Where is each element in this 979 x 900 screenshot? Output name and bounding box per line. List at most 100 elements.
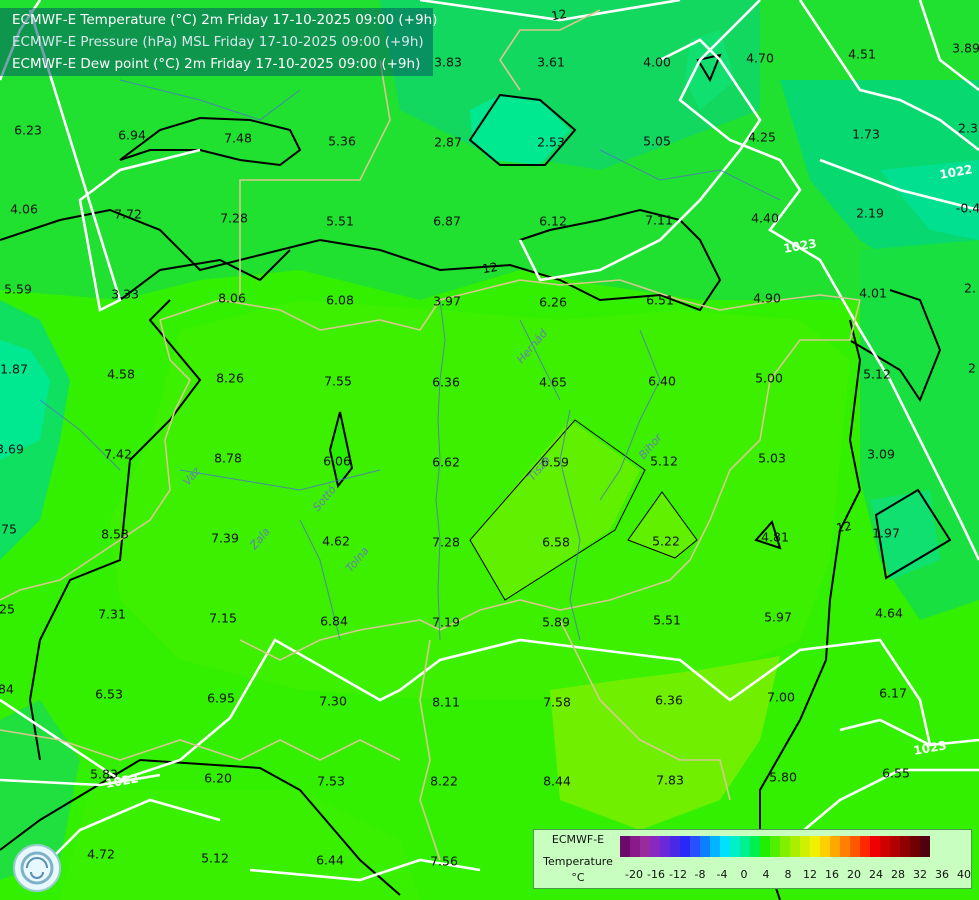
temperature-value-label: 3.61 — [537, 54, 565, 70]
isotherm-label: 12 — [481, 259, 499, 277]
temperature-value-label: 6.62 — [432, 454, 460, 470]
temperature-value-label: 7.39 — [211, 530, 239, 546]
legend-swatch — [810, 836, 820, 857]
temperature-value-label: 4.72 — [87, 846, 115, 862]
legend-swatch — [860, 836, 870, 857]
legend-swatch — [690, 836, 700, 857]
legend-swatch — [720, 836, 730, 857]
legend-swatch — [700, 836, 710, 857]
temperature-value-label: 7.28 — [432, 534, 460, 550]
temperature-value-label: 4.51 — [848, 46, 876, 62]
temperature-value-label: 4.00 — [643, 54, 671, 70]
legend-tick-label: 32 — [913, 868, 927, 881]
temperature-value-label: 5.51 — [326, 213, 354, 229]
title-dewpoint: ECMWF-E Dew point (°C) 2m Friday 17-10-2… — [12, 56, 421, 72]
temperature-value-label: 7.00 — [767, 689, 795, 705]
temperature-value-label: 8.22 — [430, 773, 458, 789]
legend-tick-label: -12 — [669, 868, 687, 881]
temperature-value-label: 3.97 — [433, 293, 461, 309]
legend-tick-label: -8 — [694, 868, 706, 881]
legend-swatch — [840, 836, 850, 857]
legend-swatch — [880, 836, 890, 857]
legend-tick-label: -16 — [647, 868, 665, 881]
temperature-value-label: 5.59 — [4, 281, 32, 297]
temperature-value-label: 6.26 — [539, 294, 567, 310]
legend-swatch — [910, 836, 920, 857]
legend-swatch — [750, 836, 760, 857]
temperature-value-label: 1.97 — [872, 525, 900, 541]
legend-tick-label: -20 — [625, 868, 643, 881]
temperature-value-label: 8.44 — [543, 773, 571, 789]
temperature-value-label: 8.26 — [216, 370, 244, 386]
temperature-value-label: .75 — [0, 521, 17, 537]
temperature-value-label: 5.22 — [652, 533, 680, 549]
legend-tick-label: 24 — [869, 868, 883, 881]
temperature-value-label: 7.58 — [543, 694, 571, 710]
legend-swatch — [740, 836, 750, 857]
temperature-value-label: .84 — [0, 681, 14, 697]
temperature-value-label: 7.11 — [645, 212, 673, 228]
legend-title-unit: °C — [571, 871, 585, 884]
legend-swatch — [920, 836, 930, 857]
legend-tick-label: 8 — [784, 868, 792, 881]
temperature-value-label: 7.31 — [98, 606, 126, 622]
temperature-value-label: 3.83 — [434, 54, 462, 70]
legend-swatch — [870, 836, 880, 857]
temperature-value-label: 2. — [964, 280, 976, 296]
legend-swatch — [660, 836, 670, 857]
color-legend: ECMWF-E Temperature °C -20 -16 -12 -8 -4 0 4 8 1… — [533, 829, 972, 889]
temperature-value-label: 8.11 — [432, 694, 460, 710]
temperature-value-label: 7.72 — [114, 206, 142, 222]
temperature-value-label: 3.33 — [111, 286, 139, 302]
temperature-value-label: 7.56 — [430, 853, 458, 869]
title-pressure: ECMWF-E Pressure (hPa) MSL Friday 17-10-… — [12, 34, 424, 50]
temperature-value-label: 7.19 — [432, 614, 460, 630]
temperature-value-label: 6.53 — [95, 686, 123, 702]
temperature-value-label: 5.12 — [650, 453, 678, 469]
temperature-value-label: 6.12 — [539, 213, 567, 229]
temperature-value-label: 6.08 — [326, 292, 354, 308]
legend-tick-label: 0 — [740, 868, 748, 881]
temperature-value-label: 6.36 — [655, 692, 683, 708]
temperature-value-label: 6.06 — [323, 453, 351, 469]
legend-swatch — [730, 836, 740, 857]
temperature-value-label: -0.4 — [955, 200, 979, 216]
temperature-value-label: 5.89 — [542, 614, 570, 630]
temperature-value-label: 4.65 — [539, 374, 567, 390]
temperature-value-label: 4.40 — [751, 210, 779, 226]
temperature-value-label: 6.84 — [320, 613, 348, 629]
temperature-value-label: 3.09 — [867, 446, 895, 462]
temperature-value-label: 7.42 — [104, 446, 132, 462]
temperature-value-label: 7.53 — [317, 773, 345, 789]
temperature-value-label: 4.01 — [859, 285, 887, 301]
legend-swatch — [890, 836, 900, 857]
legend-tick-label: 20 — [847, 868, 861, 881]
temperature-value-label: 5.05 — [643, 133, 671, 149]
legend-tick-label: 4 — [762, 868, 770, 881]
temperature-value-label: 5.03 — [758, 450, 786, 466]
legend-swatch — [900, 836, 910, 857]
legend-swatch — [770, 836, 780, 857]
temperature-value-label: 5.80 — [769, 769, 797, 785]
legend-tick-label: -4 — [716, 868, 728, 881]
legend-tick-label: 16 — [825, 868, 839, 881]
legend-swatch — [760, 836, 770, 857]
temperature-value-label: 6.51 — [646, 292, 674, 308]
temperature-value-label: 8.06 — [218, 290, 246, 306]
temperature-value-label: 6.95 — [207, 690, 235, 706]
legend-tick-label: 12 — [803, 868, 817, 881]
temperature-value-label: 5.97 — [764, 609, 792, 625]
legend-swatch — [640, 836, 650, 857]
temperature-value-label: 2 — [968, 360, 976, 376]
temperature-value-label: 6.17 — [879, 685, 907, 701]
legend-swatch — [650, 836, 660, 857]
temperature-value-label: 7.48 — [224, 130, 252, 146]
temperature-value-label: 6.23 — [14, 122, 42, 138]
legend-swatch — [780, 836, 790, 857]
temperature-value-label: 3.89 — [952, 40, 979, 56]
temperature-value-label: 1.73 — [852, 126, 880, 142]
legend-swatch — [680, 836, 690, 857]
legend-swatch — [710, 836, 720, 857]
legend-swatch — [620, 836, 630, 857]
temperature-value-label: 7.55 — [324, 373, 352, 389]
